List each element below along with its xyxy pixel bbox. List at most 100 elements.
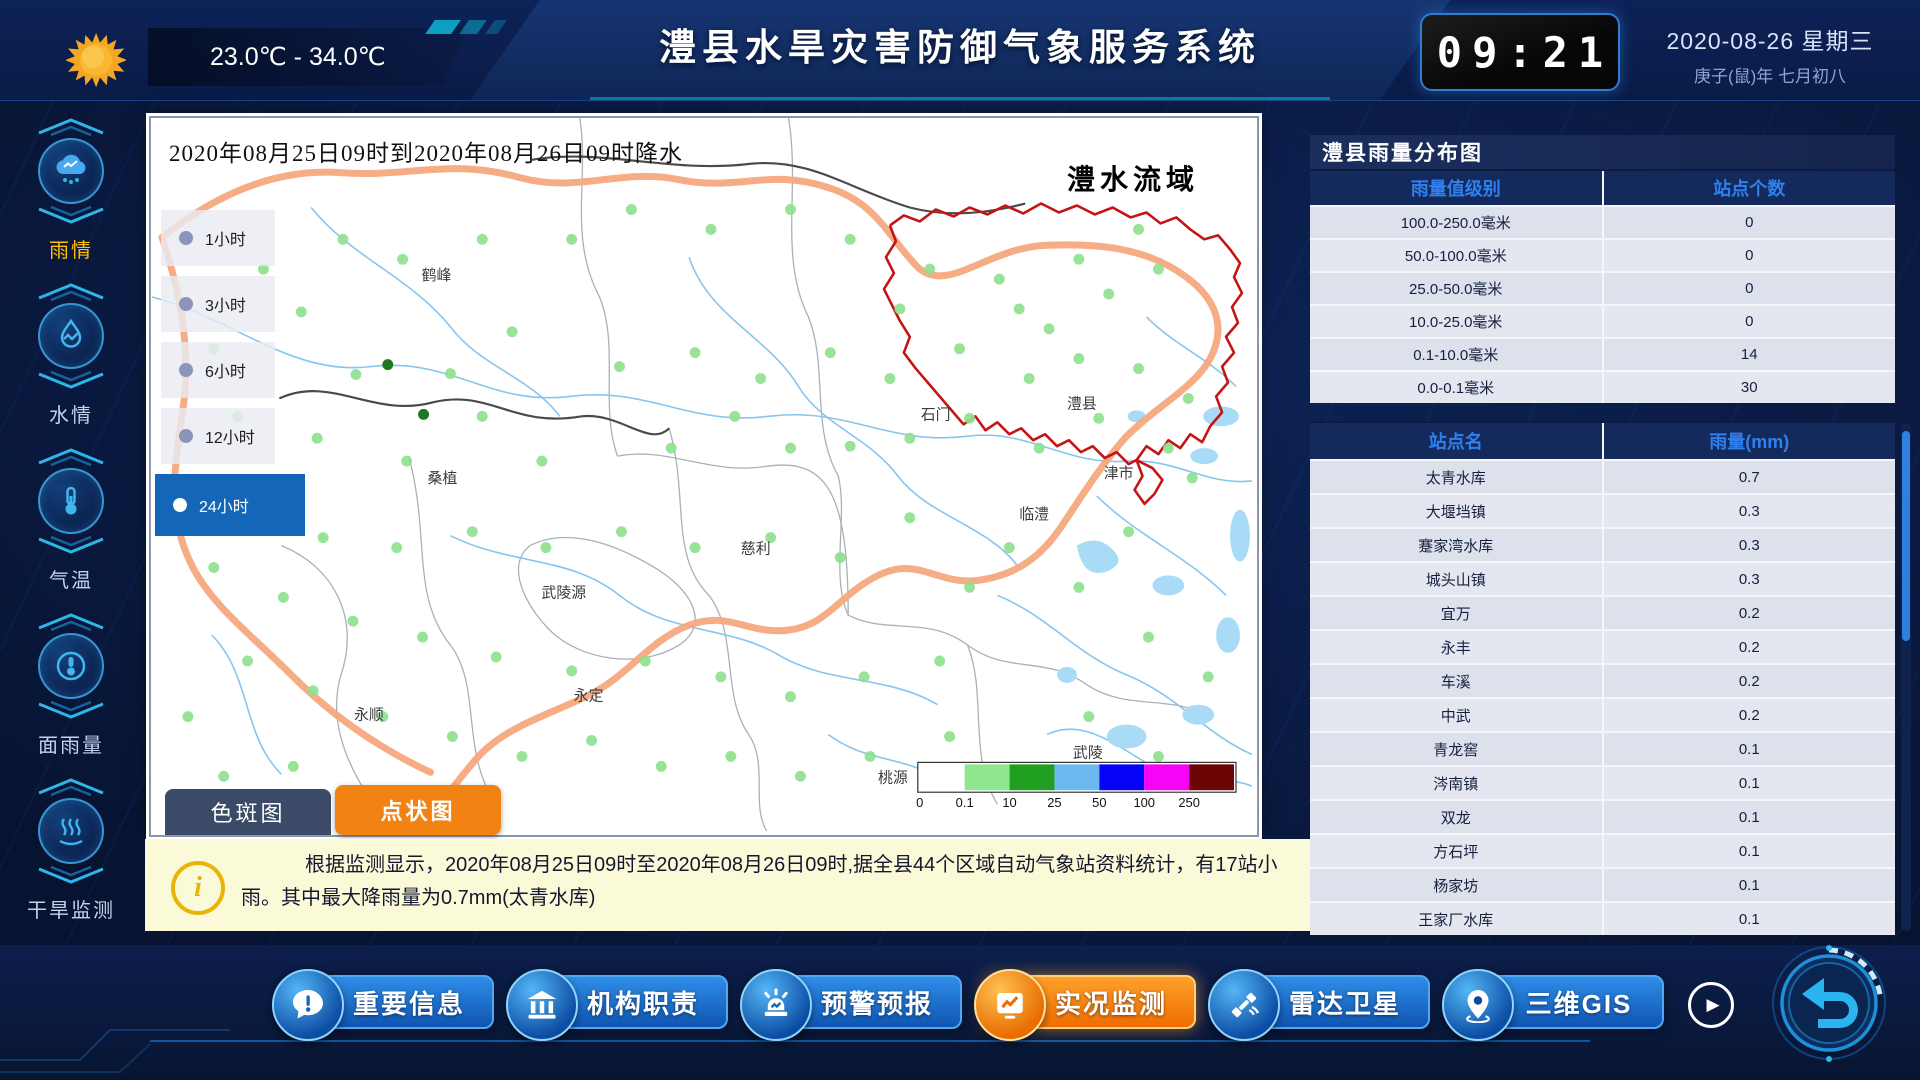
siren-icon [740, 969, 812, 1041]
table-cell: 0.0-0.1毫米 [1310, 370, 1604, 403]
return-button[interactable] [1768, 942, 1890, 1064]
panel-title: 澧县雨量分布图 [1310, 135, 1895, 169]
svg-text:慈利: 慈利 [741, 541, 771, 558]
monitoring-notice: i 根据监测显示，2020年08月25日09时至2020年08月26日09时,据… [145, 839, 1310, 931]
rain-level-row: 50.0-100.0毫米0 [1310, 238, 1895, 271]
area-rain-gauge-icon [38, 633, 104, 699]
nav-radar-satellite[interactable]: 雷达卫星 [1218, 975, 1430, 1029]
sidebar-item-label: 面雨量 [38, 729, 104, 758]
view-button-contour[interactable]: 色斑图 [165, 789, 331, 835]
table-cell: 中武 [1310, 697, 1604, 731]
table-cell: 车溪 [1310, 663, 1604, 697]
station-row: 王家厂水库0.1 [1310, 901, 1895, 935]
station-row: 宜万0.2 [1310, 595, 1895, 629]
sidebar-item-temperature[interactable]: 气温 [0, 442, 142, 597]
table-cell: 青龙窖 [1310, 731, 1604, 765]
table-cell: 宜万 [1310, 595, 1604, 629]
time-filter-24h[interactable]: 24小时 [155, 474, 305, 536]
view-button-dots[interactable]: 点状图 [335, 785, 501, 835]
table-cell: 王家厂水库 [1310, 901, 1604, 935]
sidebar-item-area-rainfall[interactable]: 面雨量 [0, 607, 142, 762]
scrollbar-thumb[interactable] [1902, 431, 1910, 641]
view-mode-buttons: 色斑图点状图 [165, 785, 501, 835]
bottom-nav: 重要信息 机构职责预警预报 实况监测 雷达卫星 三维GIS [0, 945, 1920, 1080]
table-cell: 14 [1604, 337, 1896, 370]
time-filter-6h[interactable]: 6小时 [161, 342, 275, 398]
table-cell: 大堰垱镇 [1310, 493, 1604, 527]
table-cell: 方石坪 [1310, 833, 1604, 867]
radio-dot-icon [173, 498, 187, 512]
rainfall-panel: 澧县雨量分布图 雨量值级别站点个数100.0-250.0毫米050.0-100.… [1310, 135, 1895, 935]
station-row: 永丰0.2 [1310, 629, 1895, 663]
svg-text:武陵: 武陵 [1073, 744, 1103, 761]
station-row: 大堰垱镇0.3 [1310, 493, 1895, 527]
table-cell: 0.1 [1604, 799, 1896, 833]
svg-text:桑植: 桑植 [428, 470, 458, 487]
station-row: 车溪0.2 [1310, 663, 1895, 697]
svg-text:桃源: 桃源 [878, 769, 908, 786]
return-icon [1768, 942, 1890, 1064]
table-cell: 0.2 [1604, 697, 1896, 731]
table-cell: 0.1-10.0毫米 [1310, 337, 1604, 370]
time-filter-3h[interactable]: 3小时 [161, 276, 275, 332]
bank-icon [506, 969, 578, 1041]
table-cell: 25.0-50.0毫米 [1310, 271, 1604, 304]
filter-label: 3小时 [205, 292, 246, 316]
digital-clock: 09:21 [1420, 13, 1620, 91]
sun-icon [66, 30, 126, 90]
rain-level-row: 100.0-250.0毫米0 [1310, 205, 1895, 238]
rain-map: 鹤峰桑植石门澧县津市临澧慈利武陵源永定永顺桃源武陵 00.11025501002… [151, 118, 1253, 831]
sidebar-item-rainfall[interactable]: 雨情 [0, 112, 142, 267]
svg-text:永定: 永定 [574, 688, 604, 705]
nav-warning-forecast[interactable]: 预警预报 [750, 975, 962, 1029]
sidebar-item-water[interactable]: 水情 [0, 277, 142, 432]
svg-text:澧县: 澧县 [1067, 395, 1097, 412]
table-cell: 太青水库 [1310, 459, 1604, 493]
table-cell: 0.2 [1604, 595, 1896, 629]
nav-label: 实况监测 [1055, 984, 1167, 1021]
rain-level-row: 0.0-0.1毫米30 [1310, 370, 1895, 403]
nav-important-info[interactable]: 重要信息 [282, 975, 494, 1029]
table-cell: 10.0-25.0毫米 [1310, 304, 1604, 337]
map-title: 2020年08月25日09时到2020年08月26日09时降水 [169, 134, 683, 168]
nav-gis-3d[interactable]: 三维GIS [1452, 975, 1664, 1029]
table-cell: 0 [1604, 238, 1896, 271]
nav-agency-duty[interactable]: 机构职责 [516, 975, 728, 1029]
map-pin-icon [1442, 969, 1514, 1041]
temperature-range: 23.0℃ - 34.0℃ [210, 42, 386, 72]
nav-label: 重要信息 [353, 984, 465, 1021]
alert-bubble-icon [272, 969, 344, 1041]
time-filter-12h[interactable]: 12小时 [161, 408, 275, 464]
filter-label: 12小时 [205, 424, 255, 448]
thermometer-icon [38, 468, 104, 534]
rain-level-row: 0.1-10.0毫米14 [1310, 337, 1895, 370]
svg-text:鹤峰: 鹤峰 [422, 267, 452, 284]
table-cell: 0 [1604, 205, 1896, 238]
table-cell: 0.2 [1604, 629, 1896, 663]
rain-cloud-icon [38, 138, 104, 204]
nav-label: 三维GIS [1526, 984, 1633, 1021]
svg-text:25: 25 [1047, 795, 1061, 810]
svg-text:永顺: 永顺 [354, 707, 384, 724]
table-cell: 30 [1604, 370, 1896, 403]
svg-text:250: 250 [1178, 795, 1200, 810]
sidebar: 雨情水情气温面雨量干旱监测 [0, 112, 142, 927]
time-filter-1h[interactable]: 1小时 [161, 210, 275, 266]
table-cell: 0.1 [1604, 867, 1896, 901]
sidebar-item-label: 气温 [49, 564, 93, 593]
header-decoration [430, 20, 502, 34]
nav-live-monitoring[interactable]: 实况监测 [984, 975, 1196, 1029]
table-cell: 50.0-100.0毫米 [1310, 238, 1604, 271]
basin-watermark: 澧水流域 [1067, 158, 1199, 198]
table-scrollbar [1901, 423, 1911, 931]
sidebar-item-drought[interactable]: 干旱监测 [0, 772, 142, 927]
table-cell: 双龙 [1310, 799, 1604, 833]
svg-text:100: 100 [1133, 795, 1155, 810]
table-cell: 0.3 [1604, 561, 1896, 595]
table-cell: 0.3 [1604, 527, 1896, 561]
play-button[interactable]: ▶ [1688, 982, 1734, 1028]
rain-level-row: 25.0-50.0毫米0 [1310, 271, 1895, 304]
table-cell: 0 [1604, 271, 1896, 304]
rain-level-table: 雨量值级别站点个数100.0-250.0毫米050.0-100.0毫米025.0… [1310, 169, 1895, 403]
drought-monitor-icon [38, 798, 104, 864]
